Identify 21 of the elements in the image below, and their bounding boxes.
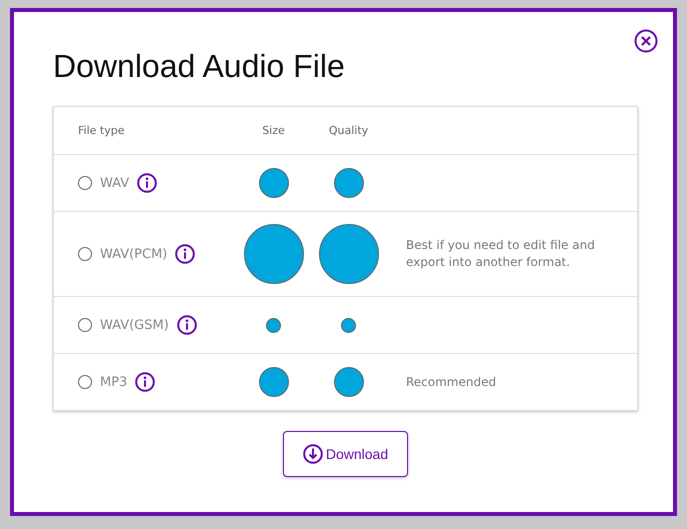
info-icon[interactable] (135, 372, 156, 392)
file-type-label: WAV(GSM) (100, 318, 169, 332)
column-header: Quality (328, 124, 368, 137)
radio-button[interactable] (78, 247, 92, 261)
file-type-label: MP3 (100, 374, 128, 390)
info-icon[interactable] (137, 173, 158, 193)
close-icon[interactable] (634, 29, 658, 53)
radio-button[interactable] (78, 176, 92, 190)
radio-button[interactable] (78, 318, 92, 332)
file-type-label: WAV(PCM) (100, 246, 168, 262)
column-header: Size (262, 124, 285, 137)
column-header: File type (78, 124, 124, 137)
download-icon (302, 444, 323, 464)
download-button[interactable]: Download (282, 431, 408, 477)
format-note: Recommended (406, 374, 498, 390)
info-icon[interactable] (175, 244, 196, 264)
radio-button[interactable] (78, 375, 92, 389)
file-type-label: WAV (100, 176, 130, 190)
format-note: Best if you need to edit file and export into another format. (406, 237, 596, 271)
info-icon[interactable] (176, 315, 197, 335)
dialog-title: Download Audio File (53, 47, 346, 86)
